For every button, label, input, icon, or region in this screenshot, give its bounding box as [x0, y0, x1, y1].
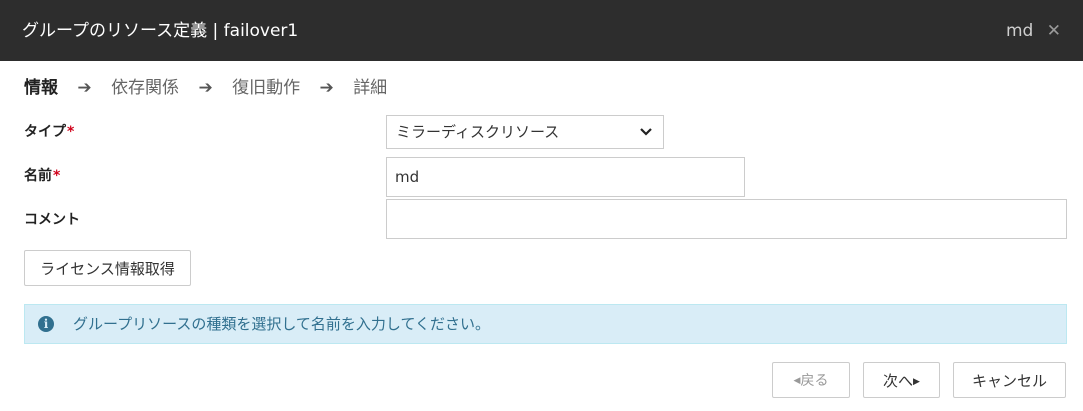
dialog-title: グループのリソース定義 | failover1: [22, 21, 299, 41]
name-label-text: 名前: [24, 168, 52, 184]
wizard-steps: 情報 ➔ 依存関係 ➔ 復旧動作 ➔ 詳細: [24, 75, 387, 101]
back-button-label: 戻る: [800, 373, 829, 389]
alert-message: グループリソースの種類を選択して名前を入力してください。: [73, 315, 491, 333]
info-icon: i: [38, 316, 54, 332]
name-input[interactable]: md: [386, 157, 745, 197]
comment-input[interactable]: [386, 199, 1067, 239]
step-arrow-icon: ➔: [198, 78, 213, 98]
close-icon[interactable]: ✕: [1047, 19, 1061, 43]
info-alert: i グループリソースの種類を選択して名前を入力してください。: [24, 304, 1067, 344]
triangle-right-icon: ▶: [913, 377, 920, 387]
step-info: 情報: [24, 78, 58, 98]
step-recovery: 復旧動作: [232, 78, 301, 98]
next-button[interactable]: 次へ▶: [863, 362, 940, 398]
type-select-value: ミラーディスクリソース: [396, 123, 560, 141]
comment-label: コメント: [24, 212, 80, 228]
chevron-down-icon: [639, 116, 653, 161]
step-arrow-icon: ➔: [319, 78, 334, 98]
titlebar-right: md ✕: [1006, 19, 1061, 43]
back-button[interactable]: ◀戻る: [772, 362, 850, 398]
dialog-titlebar: グループのリソース定義 | failover1 md ✕: [0, 0, 1083, 61]
next-button-label: 次へ: [883, 372, 914, 390]
step-dependency: 依存関係: [111, 78, 180, 98]
type-label-text: タイプ: [24, 124, 66, 140]
required-mark: *: [67, 124, 75, 140]
type-label: タイプ*: [24, 122, 74, 142]
cancel-button[interactable]: キャンセル: [953, 362, 1066, 398]
required-mark: *: [53, 168, 61, 184]
step-details: 詳細: [353, 78, 388, 98]
resource-definition-dialog: グループのリソース定義 | failover1 md ✕ 情報 ➔ 依存関係 ➔…: [0, 0, 1083, 411]
type-select[interactable]: ミラーディスクリソース: [386, 115, 664, 149]
step-arrow-icon: ➔: [77, 78, 92, 98]
get-license-info-button[interactable]: ライセンス情報取得: [24, 250, 191, 286]
resource-name-label: md: [1005, 21, 1034, 41]
name-label: 名前*: [24, 166, 60, 186]
